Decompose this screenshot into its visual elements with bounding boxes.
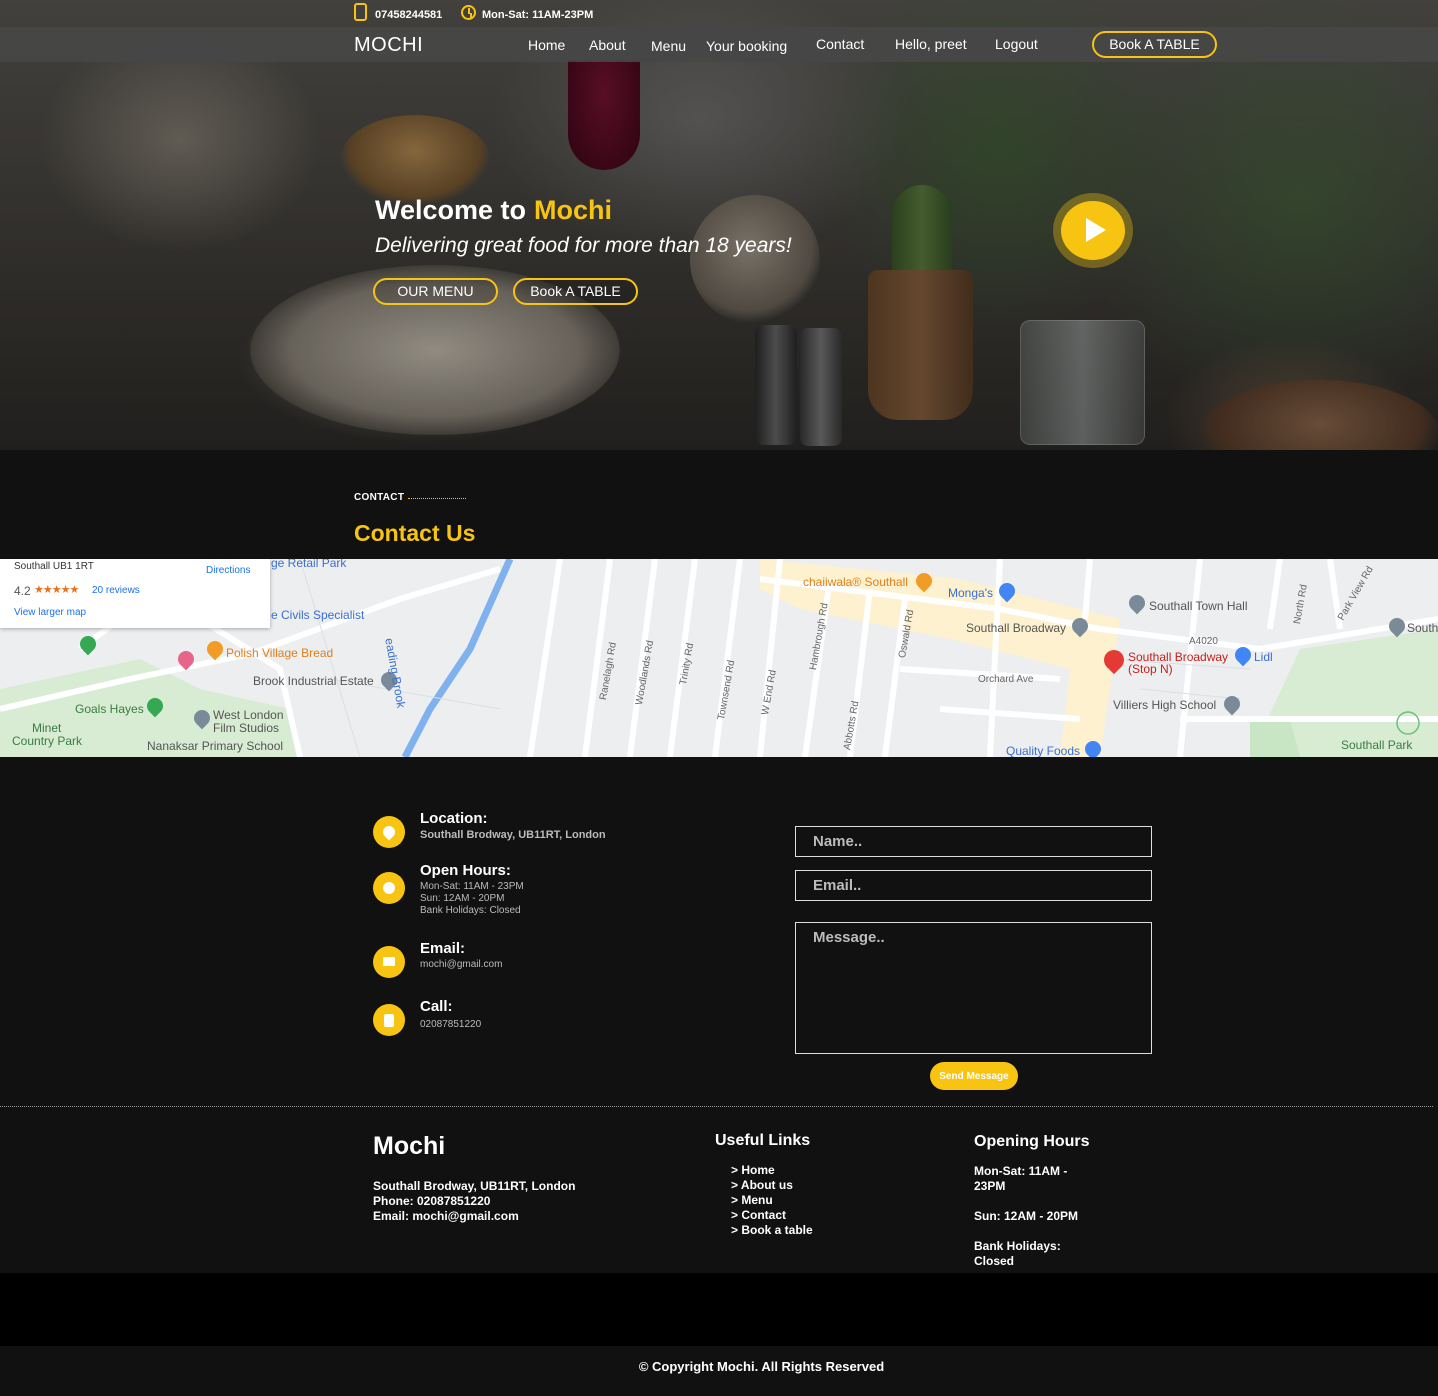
contact-details-section: Location: Southall Brodway, UB11RT, Lond…	[0, 757, 1438, 1107]
message-textarea[interactable]	[795, 922, 1152, 1054]
map-label-broadway: Southall Broadway	[966, 621, 1067, 635]
map-label-southall-park: Southall Park	[1341, 738, 1413, 752]
map-reviews-link[interactable]: 20 reviews	[92, 585, 140, 596]
footer-hours-sunday: Sun: 12AM - 20PM	[974, 1209, 1079, 1223]
map-label-west-london: West London	[213, 708, 284, 722]
topbar-hours: Mon-Sat: 11AM-23PM	[482, 9, 594, 21]
phone-icon	[354, 3, 367, 21]
brand-logo[interactable]: MOCHI	[354, 34, 423, 57]
map-label-lidl: Lidl	[1254, 650, 1273, 664]
footer-link-menu[interactable]: > Menu	[731, 1193, 773, 1207]
open-hours-line: Sun: 12AM - 20PM	[420, 893, 505, 904]
map-label-stop-n-2: (Stop N)	[1128, 662, 1173, 676]
footer-phone: Phone: 02087851220	[373, 1194, 491, 1208]
map-label-civils: e Civils Specialist	[271, 608, 365, 622]
footer-spacer	[0, 1273, 1438, 1346]
hero-welcome-text: Welcome to	[375, 195, 527, 225]
map-label-quality-foods: Quality Foods	[1006, 744, 1081, 757]
open-hours-icon	[373, 872, 405, 904]
map-label-brook-industrial: Brook Industrial Estate	[253, 674, 374, 688]
map-label-film-studios: Film Studios	[213, 721, 280, 735]
hero-section: 07458244581 Mon-Sat: 11AM-23PM MOCHI Hom…	[0, 0, 1438, 450]
copyright-bar: © Copyright Mochi. All Rights Reserved	[0, 1346, 1438, 1396]
eyebrow-divider	[408, 498, 466, 499]
map-label-country-park: Country Park	[12, 734, 83, 748]
map-label-villiers: Villiers High School	[1113, 698, 1217, 712]
location-title: Location:	[420, 810, 488, 827]
call-icon	[373, 1004, 405, 1036]
hero-brand-text: Mochi	[534, 195, 613, 225]
call-title: Call:	[420, 998, 453, 1015]
contact-eyebrow: CONTACT	[354, 492, 405, 503]
map-label-orchard: Orchard Ave	[978, 674, 1034, 685]
nav-book-table-button[interactable]: Book A TABLE	[1092, 31, 1217, 58]
opening-hours-title: Opening Hours	[974, 1133, 1090, 1150]
map-label-polish: Polish Village Bread	[226, 646, 334, 660]
main-navbar: MOCHI Home About Menu Your booking Conta…	[0, 27, 1438, 62]
map-directions-link[interactable]: Directions	[206, 565, 250, 576]
map-info-card: Southall UB1 1RT Directions 4.2 ★★★★★ 20…	[0, 559, 270, 628]
location-icon	[373, 816, 405, 848]
footer-email: Email: mochi@gmail.com	[373, 1209, 519, 1223]
play-video-icon[interactable]	[1061, 201, 1125, 260]
footer-brand: Mochi	[373, 1132, 446, 1160]
open-hours-title: Open Hours:	[420, 862, 511, 879]
contact-header: CONTACT Contact Us	[0, 450, 1438, 559]
map-label-mongas: Monga's	[948, 586, 993, 600]
nav-menu[interactable]: Menu	[651, 38, 686, 54]
footer-link-home[interactable]: > Home	[731, 1163, 775, 1177]
footer-address: Southall Brodway, UB11RT, London	[373, 1179, 576, 1193]
name-input[interactable]	[795, 826, 1152, 857]
view-larger-map-link[interactable]: View larger map	[14, 607, 86, 618]
our-menu-button[interactable]: OUR MENU	[373, 278, 498, 305]
footer-link-about[interactable]: > About us	[731, 1178, 793, 1192]
hero-book-table-button[interactable]: Book A TABLE	[513, 278, 638, 305]
open-hours-line: Bank Holidays: Closed	[420, 905, 521, 916]
topbar-phone: 07458244581	[375, 9, 443, 21]
call-text: 02087851220	[420, 1019, 482, 1030]
nav-logout[interactable]: Logout	[995, 36, 1038, 52]
nav-home[interactable]: Home	[528, 37, 565, 53]
nav-your-booking[interactable]: Your booking	[706, 38, 787, 54]
map-label-chaiiwala: chaiiwala® Southall	[803, 575, 908, 589]
location-text: Southall Brodway, UB11RT, London	[420, 829, 606, 841]
footer-link-contact[interactable]: > Contact	[731, 1208, 786, 1222]
hero-heading: Welcome to Mochi	[375, 195, 612, 226]
clock-icon	[461, 5, 476, 20]
google-map[interactable]: Southall UB1 1RT Directions 4.2 ★★★★★ 20…	[0, 559, 1438, 757]
map-label-retail: ge Retail Park	[271, 559, 347, 570]
nav-contact[interactable]: Contact	[816, 36, 864, 52]
map-label-a4020: A4020	[1189, 636, 1218, 647]
copyright-text: © Copyright Mochi. All Rights Reserved	[638, 1359, 885, 1374]
map-label-minet: Minet	[32, 721, 62, 735]
email-title: Email:	[420, 940, 466, 957]
nav-user-greeting[interactable]: Hello, preet	[895, 36, 967, 52]
map-label-town-hall: Southall Town Hall	[1149, 599, 1248, 613]
footer: Mochi Southall Brodway, UB11RT, London P…	[0, 1107, 1438, 1273]
hero-tagline: Delivering great food for more than 18 y…	[375, 234, 792, 257]
email-icon	[373, 946, 405, 978]
map-rating-value: 4.2	[14, 584, 31, 598]
footer-link-book-table[interactable]: > Book a table	[731, 1223, 813, 1237]
open-hours-line: Mon-Sat: 11AM - 23PM	[420, 881, 524, 892]
hero-overlay	[0, 0, 1438, 450]
map-label-nanaksar: Nanaksar Primary School	[147, 739, 284, 753]
nav-about[interactable]: About	[589, 37, 626, 53]
email-text: mochi@gmail.com	[420, 959, 503, 970]
useful-links-title: Useful Links	[715, 1132, 811, 1149]
map-label-goals: Goals Hayes	[75, 702, 144, 716]
send-message-button[interactable]: Send Message	[930, 1062, 1018, 1090]
footer-hours-holidays: Bank Holidays: Closed	[974, 1239, 1061, 1268]
email-input[interactable]	[795, 870, 1152, 901]
map-label-south-edge: South	[1407, 621, 1438, 635]
map-address: Southall UB1 1RT	[14, 561, 94, 572]
top-info-bar: 07458244581 Mon-Sat: 11AM-23PM	[0, 0, 1438, 27]
map-rating-stars: ★★★★★	[34, 584, 79, 596]
contact-title: Contact Us	[354, 520, 476, 546]
footer-hours-weekday: Mon-Sat: 11AM - 23PM	[974, 1164, 1068, 1193]
